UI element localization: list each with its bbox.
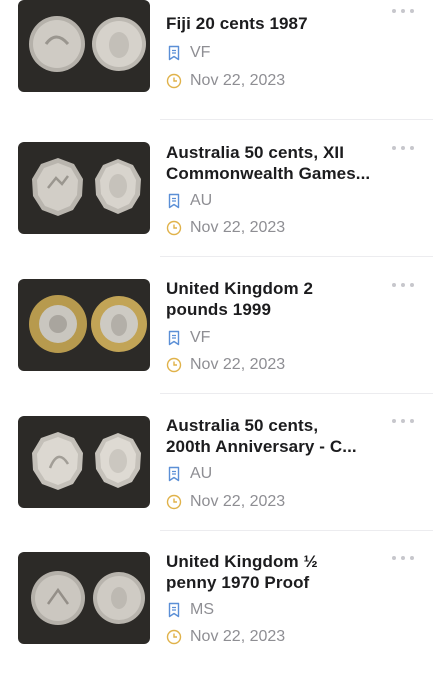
divider [160, 393, 433, 394]
coin-date: Nov 22, 2023 [166, 72, 285, 90]
grade-bookmark-icon [168, 45, 180, 61]
coin-thumbnail[interactable] [18, 552, 150, 644]
coin-title-line: pounds 1999 [166, 300, 272, 319]
coin-date-value: Nov 22, 2023 [190, 72, 286, 89]
grade-bookmark-icon [168, 466, 180, 482]
coin-grade-value: MS [190, 601, 214, 618]
coin-title[interactable]: Fiji 20 cents 1987 [166, 13, 394, 34]
grade-bookmark-icon [168, 193, 180, 209]
coin-title-line: Australia 50 cents, XII [166, 143, 345, 162]
more-options-icon[interactable] [392, 415, 414, 427]
coin-thumbnail[interactable] [18, 0, 150, 92]
coin-date-value: Nov 22, 2023 [190, 493, 286, 510]
clock-icon [166, 73, 182, 89]
coin-title-line: United Kingdom ½ [166, 552, 318, 571]
coin-title-line: penny 1970 Proof [166, 573, 310, 592]
coin-list-item[interactable]: Australia 50 cents, 200th Anniversary - … [0, 403, 433, 540]
coin-grade-value: AU [190, 192, 213, 209]
grade-bookmark-icon [168, 330, 180, 346]
coin-grade-value: VF [190, 44, 211, 61]
more-options-icon[interactable] [392, 5, 414, 17]
divider [160, 119, 433, 120]
coin-grade-value: AU [190, 465, 213, 482]
coin-grade: AU [166, 192, 212, 210]
coin-grade: VF [166, 329, 210, 347]
more-options-icon[interactable] [392, 279, 414, 291]
divider [160, 256, 433, 257]
coin-date-value: Nov 22, 2023 [190, 628, 286, 645]
coin-date-value: Nov 22, 2023 [190, 356, 286, 373]
more-options-icon[interactable] [392, 552, 414, 564]
coin-grade: AU [166, 465, 212, 483]
coin-grade: VF [166, 44, 210, 62]
coin-list-item[interactable]: United Kingdom ½ penny 1970 Proof MS Nov… [0, 540, 433, 677]
clock-icon [166, 629, 182, 645]
coin-grade-value: VF [190, 329, 211, 346]
coin-list-item[interactable]: Fiji 20 cents 1987 VF Nov 22, 2023 [0, 0, 433, 129]
clock-icon [166, 220, 182, 236]
coin-thumbnail[interactable] [18, 416, 150, 508]
coin-title-line: Commonwealth Games... [166, 164, 371, 183]
coin-list-item[interactable]: Australia 50 cents, XII Commonwealth Gam… [0, 129, 433, 266]
coin-date-value: Nov 22, 2023 [190, 219, 286, 236]
coin-title-line: Fiji 20 cents 1987 [166, 14, 308, 33]
coin-date: Nov 22, 2023 [166, 628, 285, 646]
clock-icon [166, 357, 182, 373]
coin-thumbnail[interactable] [18, 142, 150, 234]
grade-bookmark-icon [168, 602, 180, 618]
coin-date: Nov 22, 2023 [166, 493, 285, 511]
coin-date: Nov 22, 2023 [166, 219, 285, 237]
clock-icon [166, 494, 182, 510]
coin-title[interactable]: United Kingdom 2 pounds 1999 [166, 278, 394, 320]
coin-grade: MS [166, 601, 214, 619]
divider [160, 530, 433, 531]
coin-date: Nov 22, 2023 [166, 356, 285, 374]
coin-title-line: 200th Anniversary - C... [166, 437, 357, 456]
coin-title[interactable]: Australia 50 cents, 200th Anniversary - … [166, 415, 394, 457]
more-options-icon[interactable] [392, 142, 414, 154]
coin-list-item[interactable]: United Kingdom 2 pounds 1999 VF Nov 22, … [0, 266, 433, 403]
coin-thumbnail[interactable] [18, 279, 150, 371]
coin-title[interactable]: United Kingdom ½ penny 1970 Proof [166, 551, 394, 593]
coin-title-line: Australia 50 cents, [166, 416, 319, 435]
coin-title-line: United Kingdom 2 [166, 279, 314, 298]
coin-title[interactable]: Australia 50 cents, XII Commonwealth Gam… [166, 142, 394, 184]
